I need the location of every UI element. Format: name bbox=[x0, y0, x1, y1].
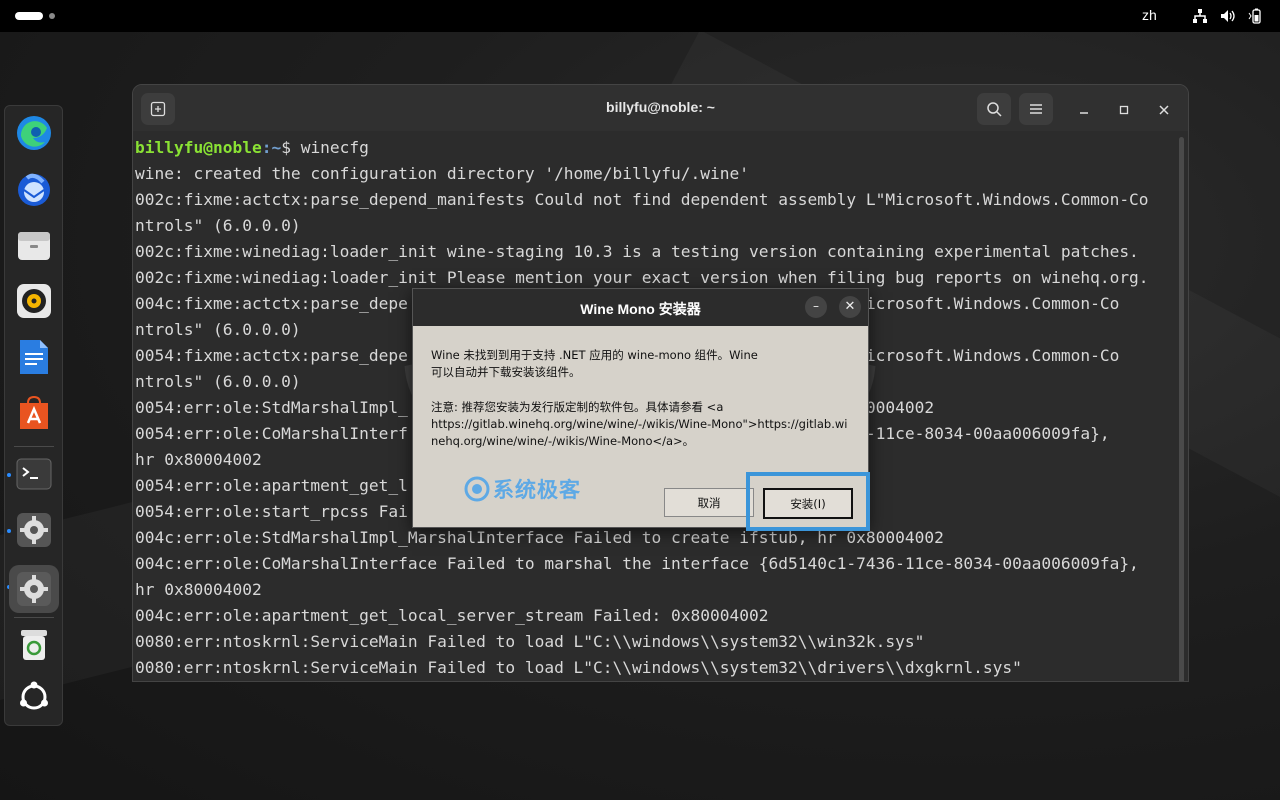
terminal-line: 004c:err:ole:CoMarshalInterface Failed t… bbox=[135, 554, 1139, 573]
note-line: nehq.org/wine/wine/-/wikis/Wine-Mono</a>… bbox=[431, 434, 695, 448]
minimize-button[interactable] bbox=[1073, 99, 1095, 121]
terminal-line: 0080:err:ntoskrnl:ServiceMain Failed to … bbox=[135, 632, 925, 651]
dialog-minimize-button[interactable]: – bbox=[805, 296, 827, 318]
app-center-icon[interactable] bbox=[15, 394, 53, 432]
prompt-path: :~ bbox=[261, 138, 282, 157]
maximize-button[interactable] bbox=[1113, 99, 1135, 121]
terminal-header-bar[interactable]: billyfu@noble: ~ bbox=[133, 85, 1188, 131]
search-button[interactable] bbox=[977, 93, 1011, 125]
prompt-user: billyfu@noble bbox=[135, 138, 262, 157]
maximize-icon bbox=[1119, 105, 1129, 115]
dialog-close-button[interactable]: ✕ bbox=[839, 296, 861, 318]
dialog-message: Wine 未找到到用于支持 .NET 应用的 wine-mono 组件。Wine… bbox=[431, 347, 758, 381]
watermark-logo-icon bbox=[464, 476, 490, 502]
close-button[interactable] bbox=[1153, 99, 1175, 121]
terminal-line: wine: created the configuration director… bbox=[135, 164, 749, 183]
terminal-line: 004c:err:ole:apartment_get_local_server_… bbox=[135, 606, 769, 625]
terminal-scrollbar[interactable] bbox=[1179, 137, 1184, 681]
terminal-icon[interactable] bbox=[15, 455, 53, 493]
network-icon[interactable] bbox=[1192, 8, 1208, 24]
dialog-header[interactable]: Wine Mono 安装器 – ✕ bbox=[413, 289, 868, 326]
search-icon bbox=[987, 102, 1002, 117]
install-highlight-box bbox=[746, 472, 870, 531]
trash-icon[interactable] bbox=[15, 625, 53, 663]
dialog-title: Wine Mono 安装器 bbox=[580, 301, 701, 317]
ubuntu-icon[interactable] bbox=[15, 678, 53, 716]
prompt-command: $ winecfg bbox=[281, 138, 369, 157]
top-bar: zh bbox=[0, 0, 1280, 32]
note-line: https://gitlab.winehq.org/wine/wine/-/wi… bbox=[431, 417, 848, 431]
rhythmbox-icon[interactable] bbox=[15, 282, 53, 320]
watermark-text: 系统极客 bbox=[493, 478, 581, 502]
running-indicator bbox=[7, 473, 11, 477]
terminal-line: 002c:fixme:actctx:parse_depend_manifests… bbox=[135, 190, 1149, 209]
running-indicator bbox=[7, 529, 11, 533]
workspace-indicator[interactable] bbox=[49, 13, 55, 19]
terminal-line: ntrols" (6.0.0.0) bbox=[135, 216, 301, 235]
menu-button[interactable] bbox=[1019, 93, 1053, 125]
message-line: Wine 未找到到用于支持 .NET 应用的 wine-mono 组件。Wine bbox=[431, 348, 758, 362]
writer-icon[interactable] bbox=[15, 338, 53, 376]
cancel-button[interactable]: 取消 bbox=[664, 488, 754, 517]
settings-icon[interactable] bbox=[15, 511, 53, 549]
hamburger-icon bbox=[1030, 104, 1042, 114]
dock-separator bbox=[14, 617, 54, 618]
dock-separator bbox=[14, 446, 54, 447]
dialog-note: 注意: 推荐您安装为发行版定制的软件包。具体请参看 <a https://git… bbox=[431, 399, 847, 450]
terminal-line: 002c:fixme:winediag:loader_init wine-sta… bbox=[135, 242, 1139, 261]
message-line: 可以自动并下载安装该组件。 bbox=[431, 365, 581, 379]
battery-icon[interactable] bbox=[1248, 8, 1264, 24]
terminal-line: hr 0x80004002 bbox=[135, 580, 262, 599]
site-watermark: 系统极客 bbox=[463, 474, 581, 504]
volume-icon[interactable] bbox=[1220, 8, 1236, 24]
settings-icon[interactable] bbox=[9, 565, 59, 613]
workspace-indicator-active[interactable] bbox=[15, 12, 43, 20]
files-icon[interactable] bbox=[15, 226, 53, 264]
edge-icon[interactable] bbox=[15, 114, 53, 152]
terminal-line: 004c:err:ole:StdMarshalImpl_MarshalInter… bbox=[135, 528, 944, 547]
terminal-prompt-line: billyfu@noble:~$ winecfg bbox=[135, 135, 1180, 161]
note-line: 注意: 推荐您安装为发行版定制的软件包。具体请参看 <a bbox=[431, 400, 724, 414]
terminal-line: 0080:err:ntoskrnl:ServiceMain Failed to … bbox=[135, 658, 1022, 677]
thunderbird-icon[interactable] bbox=[15, 170, 53, 208]
close-icon bbox=[1159, 105, 1169, 115]
dock bbox=[4, 105, 63, 726]
minimize-icon bbox=[1080, 112, 1088, 114]
input-method-indicator[interactable]: zh bbox=[1142, 7, 1157, 23]
